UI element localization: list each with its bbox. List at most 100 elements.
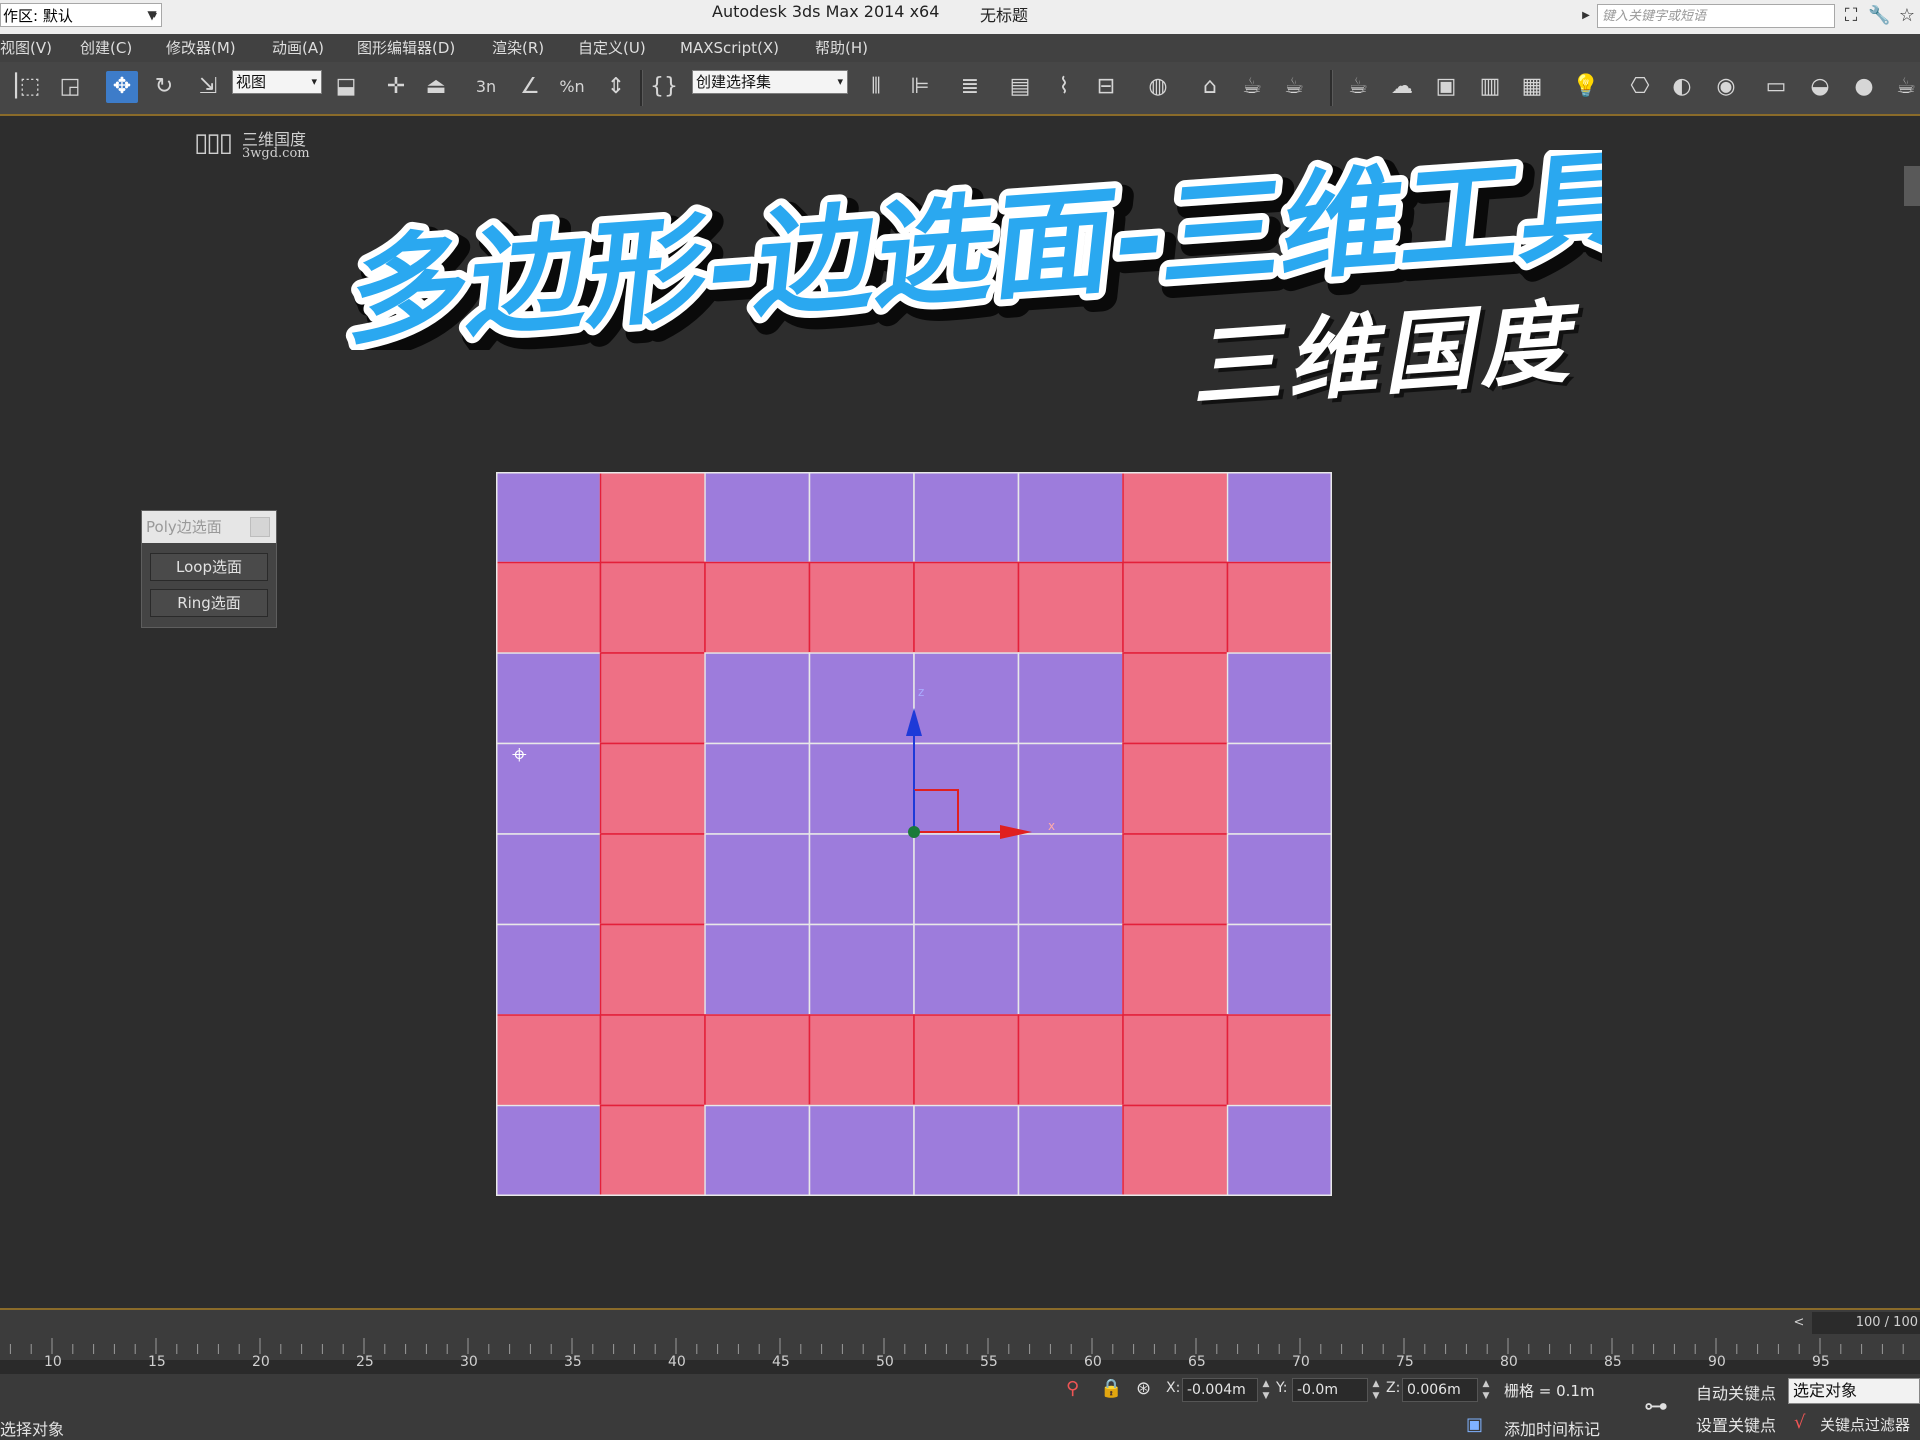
- selected-face[interactable]: [1017, 1014, 1124, 1107]
- rendered-frame-icon[interactable]: ☕: [1236, 71, 1268, 103]
- selected-face[interactable]: [599, 923, 706, 1016]
- mesh-face[interactable]: [1226, 1104, 1333, 1197]
- menu-customize[interactable]: 自定义(U): [578, 34, 646, 62]
- time-slider[interactable]: 100 / 100: [1812, 1312, 1920, 1334]
- viewcube-edge[interactable]: [1904, 166, 1920, 206]
- environment-icon[interactable]: ▣: [1430, 71, 1462, 103]
- mesh-face[interactable]: [496, 652, 602, 745]
- mesh-face[interactable]: [808, 1104, 915, 1197]
- material-editor-icon[interactable]: ◍: [1142, 71, 1174, 103]
- render-production-icon[interactable]: ☕: [1278, 71, 1310, 103]
- curve-icon[interactable]: √: [1794, 1412, 1805, 1433]
- selected-face[interactable]: [1122, 923, 1229, 1016]
- menu-help[interactable]: 帮助(H): [815, 34, 868, 62]
- sphere-icon[interactable]: ●: [1848, 71, 1880, 103]
- menu-maxscript[interactable]: MAXScript(X): [680, 34, 779, 62]
- selected-face[interactable]: [599, 561, 706, 654]
- x-coord-spinner-icon[interactable]: ▲ ▼: [1260, 1378, 1272, 1402]
- lock-icon[interactable]: 🔒: [1100, 1378, 1122, 1399]
- hemisphere-icon[interactable]: ◒: [1804, 71, 1836, 103]
- selected-face[interactable]: [1226, 1014, 1333, 1107]
- quick-access-dropdown-icon[interactable]: ▼: [142, 3, 162, 27]
- gizmo-pivot[interactable]: [908, 826, 920, 838]
- x-coord-input[interactable]: -0.004m: [1182, 1378, 1258, 1402]
- percent-snap-icon[interactable]: %n: [556, 71, 588, 103]
- mesh-face[interactable]: [496, 833, 602, 926]
- snap-toggle-icon[interactable]: 3n: [470, 71, 502, 103]
- mesh-face[interactable]: [913, 833, 1020, 926]
- plane-icon[interactable]: ▭: [1760, 71, 1792, 103]
- selected-face[interactable]: [1122, 472, 1229, 564]
- mesh-face[interactable]: [1226, 652, 1333, 745]
- layer-manager-icon[interactable]: ≣: [954, 71, 986, 103]
- menu-animation[interactable]: 动画(A): [272, 34, 324, 62]
- selected-face[interactable]: [599, 1014, 706, 1107]
- named-selection-set-dropdown[interactable]: 创建选择集 ▾: [692, 70, 848, 94]
- menu-create[interactable]: 创建(C): [80, 34, 132, 62]
- selected-face[interactable]: [1122, 561, 1229, 654]
- workspace-dropdown[interactable]: 作区: 默认 ▾: [0, 3, 162, 27]
- track-bar[interactable]: [0, 1338, 1920, 1356]
- auto-key-button[interactable]: 自动关键点: [1696, 1380, 1776, 1404]
- mesh-face[interactable]: [496, 1104, 602, 1197]
- curve-editor-icon[interactable]: ⌇: [1048, 71, 1080, 103]
- selected-face[interactable]: [599, 833, 706, 926]
- menu-modifiers[interactable]: 修改器(M): [166, 34, 236, 62]
- scene-explorer-icon[interactable]: ▥: [1474, 71, 1506, 103]
- mesh-face[interactable]: [704, 833, 811, 926]
- y-coord-spinner-icon[interactable]: ▲ ▼: [1370, 1378, 1382, 1402]
- mesh-face[interactable]: [1226, 472, 1333, 564]
- mesh-face[interactable]: [808, 833, 915, 926]
- selected-face[interactable]: [913, 1014, 1020, 1107]
- set-key-button[interactable]: 设置关键点: [1696, 1412, 1776, 1436]
- y-coord-input[interactable]: -0.0m: [1292, 1378, 1368, 1402]
- key-filters-button[interactable]: 关键点过滤器: [1820, 1414, 1910, 1435]
- selected-object-dropdown[interactable]: 选定对象: [1788, 1378, 1920, 1404]
- light-icon[interactable]: 💡: [1570, 71, 1602, 103]
- pin-icon[interactable]: ⚲: [1066, 1378, 1079, 1399]
- key-icon[interactable]: ⊶: [1644, 1392, 1668, 1420]
- mirror-icon[interactable]: ⫴: [860, 71, 892, 103]
- loop-select-button[interactable]: Loop选面: [150, 553, 268, 581]
- menu-view[interactable]: 视图(V): [0, 34, 52, 62]
- keyword-search-input[interactable]: 键入关键字或短语: [1597, 4, 1835, 28]
- expand-search-icon[interactable]: ▶: [1578, 5, 1594, 27]
- mesh-face[interactable]: [1226, 833, 1333, 926]
- selected-face[interactable]: [1122, 652, 1229, 745]
- mesh-face[interactable]: [704, 742, 811, 835]
- edit-named-selection-icon[interactable]: {}: [648, 71, 680, 103]
- selected-face[interactable]: [496, 561, 602, 654]
- sound-icon[interactable]: ◐: [1666, 71, 1698, 103]
- mesh-face[interactable]: [704, 923, 811, 1016]
- mesh-face[interactable]: [704, 652, 811, 745]
- mesh-face[interactable]: [913, 472, 1020, 564]
- pivot-center-icon[interactable]: ⬓: [330, 71, 362, 103]
- mesh-face[interactable]: [913, 1104, 1020, 1197]
- selected-face[interactable]: [1122, 833, 1229, 926]
- teapot-icon[interactable]: ☕: [1342, 71, 1374, 103]
- mesh-face[interactable]: [1226, 923, 1333, 1016]
- selected-face[interactable]: [704, 1014, 811, 1107]
- gizmo-x-arrow[interactable]: [1000, 825, 1032, 839]
- z-coord-spinner-icon[interactable]: ▲ ▼: [1480, 1378, 1492, 1402]
- selected-face[interactable]: [808, 1014, 915, 1107]
- mesh-face[interactable]: [808, 472, 915, 564]
- absolute-mode-icon[interactable]: ⊛: [1136, 1378, 1151, 1399]
- selected-face[interactable]: [1122, 742, 1229, 835]
- align-icon[interactable]: ⊫: [904, 71, 936, 103]
- time-tag-icon[interactable]: ▣: [1466, 1414, 1483, 1435]
- selected-face[interactable]: [1122, 1104, 1229, 1197]
- scale-icon[interactable]: ⇲: [192, 71, 224, 103]
- rect-selection-icon[interactable]: ⬚: [14, 71, 46, 103]
- mesh-face[interactable]: [704, 472, 811, 564]
- mesh-face[interactable]: [1017, 472, 1124, 564]
- selected-face[interactable]: [704, 561, 811, 654]
- teapot-primitive-icon[interactable]: ☕: [1890, 71, 1920, 103]
- graphite-tools-icon[interactable]: ▤: [1004, 71, 1036, 103]
- window-crossing-icon[interactable]: ◲: [54, 71, 86, 103]
- move-gizmo[interactable]: z x: [890, 682, 1070, 842]
- select-icon[interactable]: ▕: [0, 71, 17, 103]
- mesh-face[interactable]: [1017, 923, 1124, 1016]
- selected-face[interactable]: [599, 742, 706, 835]
- close-icon[interactable]: [250, 517, 270, 537]
